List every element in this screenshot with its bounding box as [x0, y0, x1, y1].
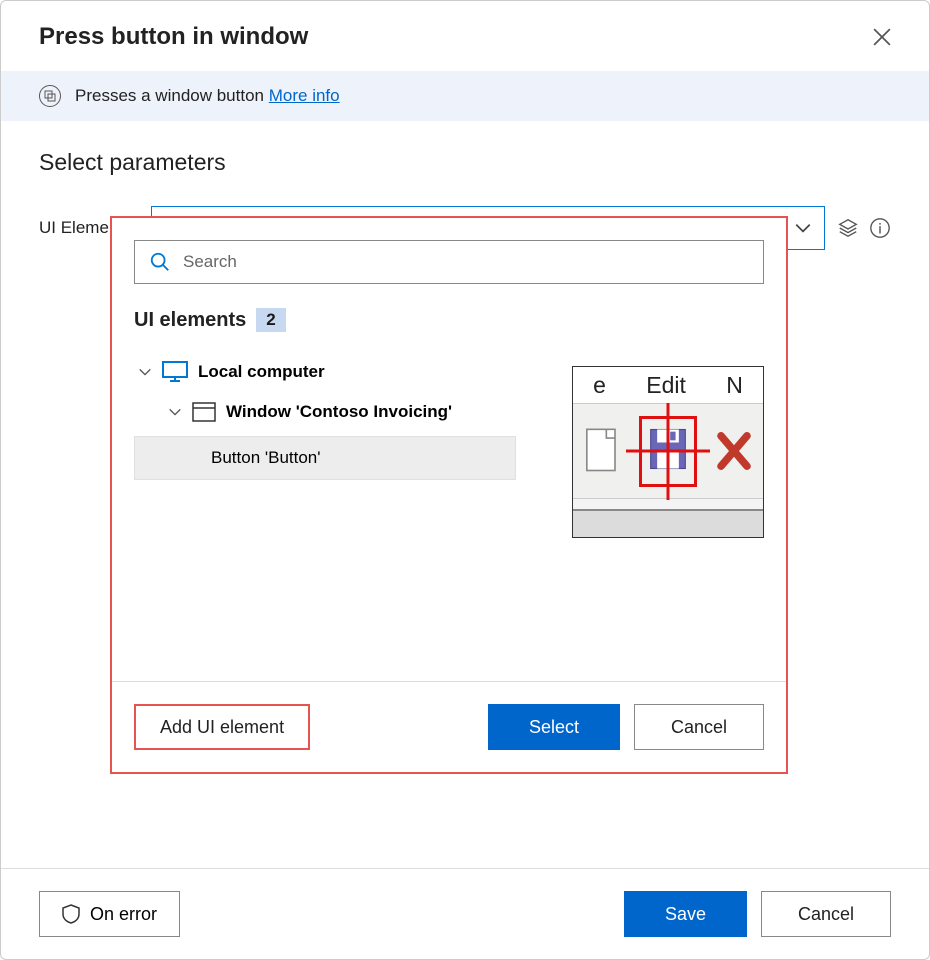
element-preview: e Edit N — [572, 366, 764, 538]
dialog: Press button in window Presses a window … — [0, 0, 930, 960]
dropdown-footer: Add UI element Select Cancel — [112, 681, 786, 772]
dialog-title: Press button in window — [39, 23, 308, 51]
save-button[interactable]: Save — [624, 891, 747, 937]
action-icon — [39, 85, 61, 107]
info-text: Presses a window button More info — [75, 86, 340, 106]
side-icons — [837, 217, 891, 239]
section-title: Select parameters — [39, 149, 891, 176]
on-error-button[interactable]: On error — [39, 891, 180, 937]
layers-icon[interactable] — [837, 217, 859, 239]
window-icon — [192, 402, 216, 422]
dialog-body: Select parameters UI Element: Local comp… — [1, 121, 929, 868]
save-icon — [646, 423, 690, 475]
ui-element-dropdown: Search UI elements 2 Local computer Wind… — [110, 216, 788, 774]
cancel-button[interactable]: Cancel — [761, 891, 891, 937]
search-icon — [149, 251, 171, 273]
info-bar: Presses a window button More info — [1, 71, 929, 121]
title-bar: Press button in window — [1, 1, 929, 71]
select-button[interactable]: Select — [488, 704, 620, 750]
tree-node-button[interactable]: Button 'Button' — [134, 436, 516, 480]
target-highlight — [639, 416, 697, 487]
info-icon[interactable] — [869, 217, 891, 239]
dialog-footer: On error Save Cancel — [1, 868, 929, 959]
close-icon[interactable] — [873, 28, 891, 46]
chevron-down-icon — [138, 365, 152, 379]
document-icon — [580, 425, 624, 477]
shield-icon — [62, 904, 80, 924]
more-info-link[interactable]: More info — [269, 86, 340, 105]
search-input[interactable]: Search — [134, 240, 764, 284]
delete-icon — [712, 425, 756, 477]
chevron-down-icon — [168, 405, 182, 419]
add-ui-element-button[interactable]: Add UI element — [134, 704, 310, 750]
computer-icon — [162, 361, 188, 383]
elements-count-badge: 2 — [256, 308, 285, 332]
search-placeholder: Search — [183, 252, 237, 272]
chevron-down-icon — [794, 219, 812, 237]
dropdown-cancel-button[interactable]: Cancel — [634, 704, 764, 750]
elements-title: UI elements 2 — [134, 308, 764, 332]
